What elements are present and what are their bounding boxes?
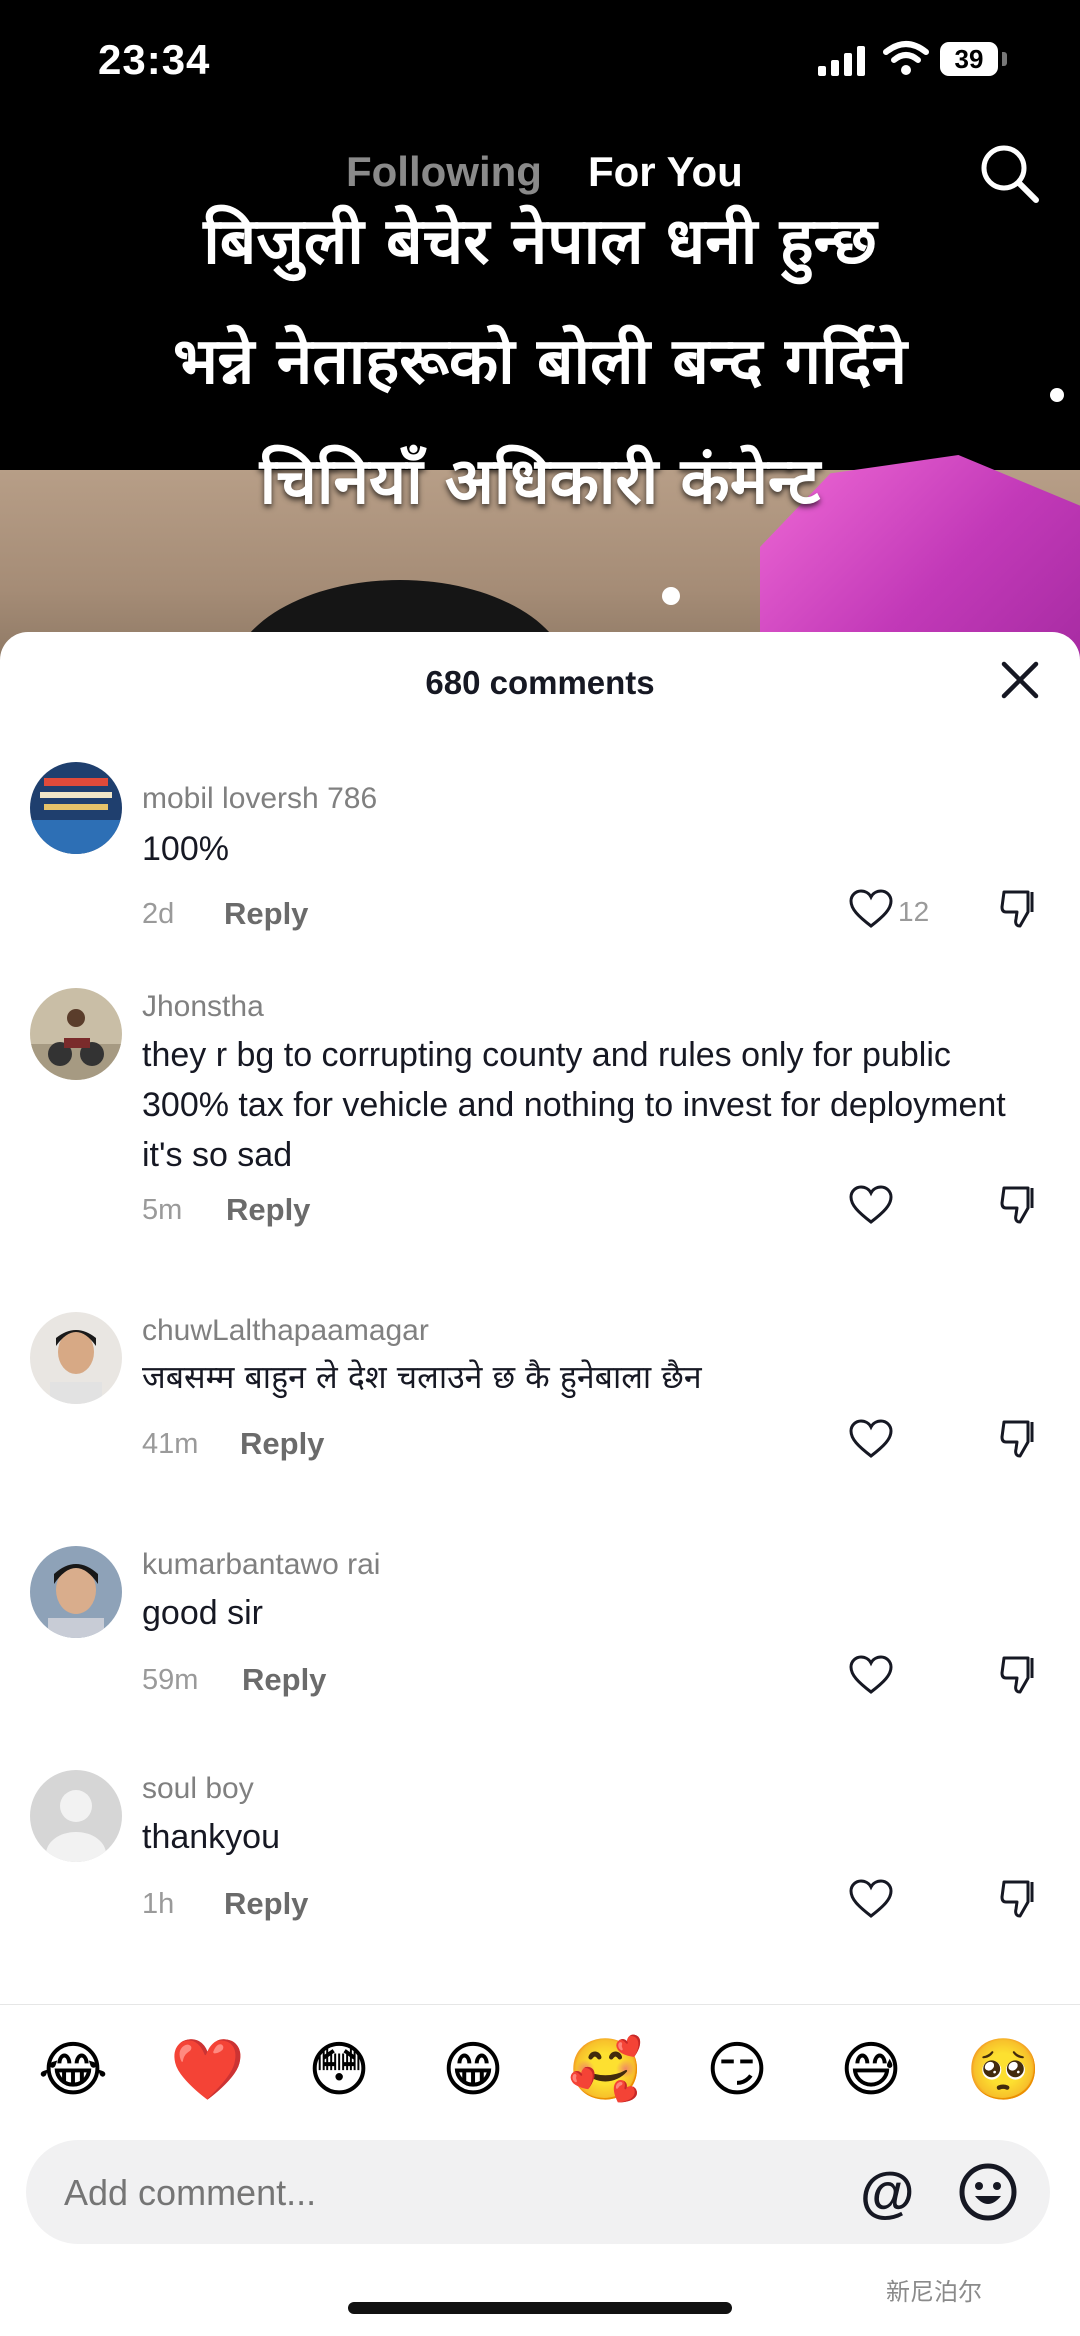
comments-count-title: 680 comments — [425, 664, 655, 701]
tab-following[interactable]: Following — [346, 148, 542, 196]
comment-username[interactable]: chuwLalthapaamagar — [142, 1314, 429, 1348]
emoji-smirk[interactable]: 😏 — [700, 2033, 774, 2107]
emoji-sweat-smile[interactable]: 😅 — [834, 2033, 908, 2107]
reply-button[interactable]: Reply — [242, 1662, 326, 1698]
comment-time: 5m — [142, 1194, 183, 1226]
status-bar: 23:34 39 — [0, 0, 1080, 120]
comment-username[interactable]: kumarbantawo rai — [142, 1548, 380, 1582]
feed-tabs: Following For You — [0, 148, 1080, 208]
heart-icon[interactable] — [848, 1418, 894, 1460]
avatar[interactable] — [30, 1312, 122, 1404]
dislike-icon[interactable] — [998, 1182, 1040, 1226]
comment-text: they r bg to corrupting county and rules… — [142, 1036, 1006, 1174]
comment-time: 59m — [142, 1664, 199, 1696]
tab-for-you[interactable]: For You — [588, 148, 743, 196]
emoji-flushed[interactable]: 😳 — [302, 2033, 376, 2107]
emoji-pleading[interactable]: 🥺 — [966, 2033, 1041, 2107]
avatar[interactable] — [30, 1546, 122, 1638]
quick-emoji-bar: 😂 ❤️ 😳 😁 🥰 😏 😅 🥺 — [0, 2004, 1080, 2133]
video-caption: बिजुली बेचेर नेपाल धनी हुन्छ भन्ने नेताह… — [0, 182, 1080, 542]
comment-username[interactable]: mobil loversh 786 — [142, 782, 377, 816]
comment-time: 41m — [142, 1428, 199, 1460]
signal-icon — [818, 46, 865, 76]
heart-icon[interactable] — [848, 888, 894, 930]
heart-icon[interactable] — [848, 1184, 894, 1226]
battery-icon: 39 — [940, 42, 998, 76]
status-time: 23:34 — [98, 36, 211, 83]
heart-icon[interactable] — [848, 1654, 894, 1696]
caption-line-2: भन्ने नेताहरूको बोली बन्द गर्दिने — [172, 325, 908, 399]
reply-button[interactable]: Reply — [226, 1192, 310, 1228]
heart-icon[interactable] — [848, 1878, 894, 1920]
video-player[interactable]: बिजुली बेचेर नेपाल धनी हुन्छ भन्ने नेताह… — [0, 0, 1080, 660]
watermark: 新尼泊尔 — [886, 2278, 982, 2306]
comment-time: 1h — [142, 1888, 175, 1920]
avatar[interactable] — [30, 988, 122, 1080]
caption-line-3: चिनियाँ अधिकारी कंमेन्ट — [259, 445, 821, 519]
avatar[interactable] — [30, 762, 122, 854]
comment-text: good sir — [142, 1594, 263, 1632]
dislike-icon[interactable] — [998, 1876, 1040, 1920]
wifi-icon — [883, 41, 929, 75]
comment-text: जबसम्म बाहुन ले देश चलाउने छ कै हुनेबाला… — [142, 1358, 702, 1396]
battery-tip — [1002, 52, 1007, 66]
comment-username[interactable]: soul boy — [142, 1772, 254, 1806]
emoji-face-icon[interactable] — [958, 2162, 1018, 2222]
mention-button[interactable]: @ — [860, 2162, 915, 2222]
close-icon[interactable] — [998, 658, 1042, 702]
like-count: 12 — [898, 896, 930, 927]
comment-username[interactable]: Jhonstha — [142, 990, 264, 1024]
home-indicator — [348, 2302, 732, 2314]
emoji-hearts-face[interactable]: 🥰 — [568, 2033, 643, 2107]
search-icon[interactable] — [976, 140, 1042, 206]
reply-button[interactable]: Reply — [224, 1886, 308, 1922]
dislike-icon[interactable] — [998, 1652, 1040, 1696]
avatar[interactable] — [30, 1770, 122, 1862]
dislike-icon[interactable] — [998, 1416, 1040, 1460]
emoji-laughing[interactable]: 😂 — [36, 2033, 110, 2107]
reply-button[interactable]: Reply — [240, 1426, 324, 1462]
comment-time: 2d — [142, 898, 175, 930]
video-dot — [662, 587, 680, 605]
comment-input[interactable] — [62, 2140, 826, 2246]
comment-input-bar: @ — [26, 2140, 1050, 2246]
reply-button[interactable]: Reply — [224, 896, 308, 932]
comment-text: 100% — [142, 830, 229, 868]
emoji-heart[interactable]: ❤️ — [170, 2033, 245, 2107]
dislike-icon[interactable] — [998, 886, 1040, 930]
comment-text: thankyou — [142, 1818, 280, 1856]
emoji-grin[interactable]: 😁 — [436, 2033, 510, 2107]
